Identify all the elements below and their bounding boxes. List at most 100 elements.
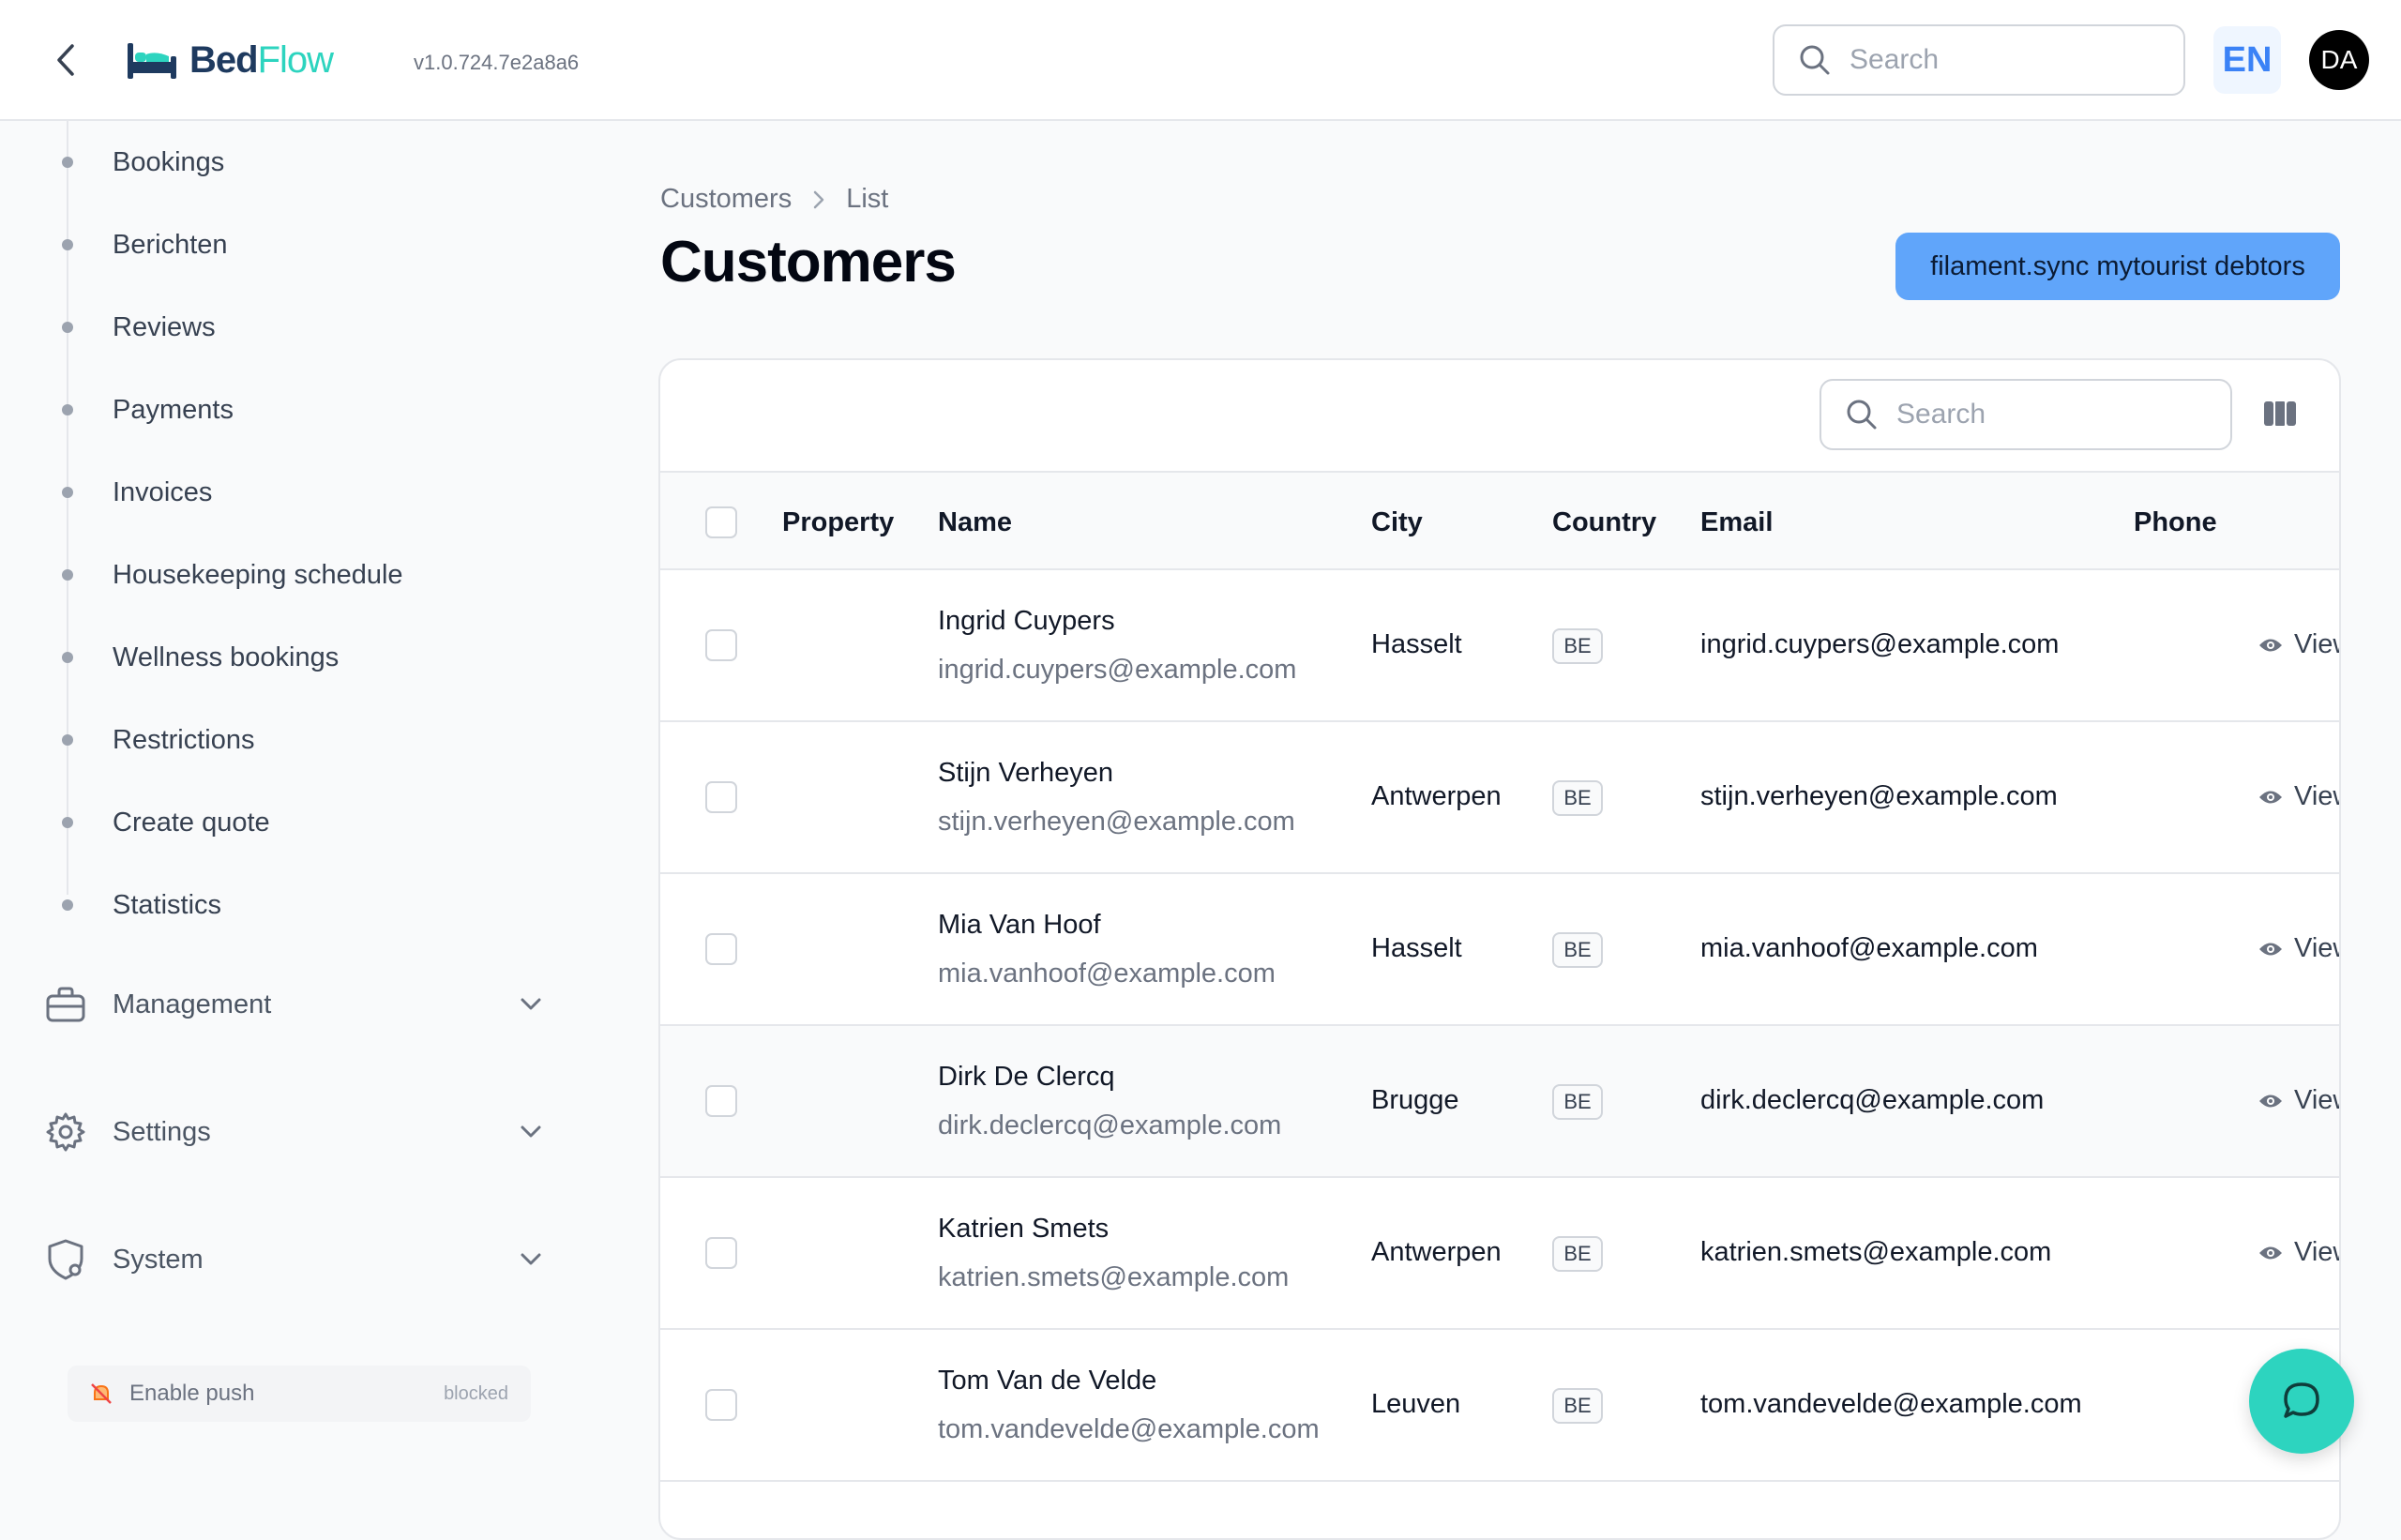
country-badge: BE [1552,628,1603,664]
view-action[interactable]: View [2258,781,2339,812]
logo[interactable]: BedFlow [126,34,334,86]
column-header-email[interactable]: Email [1700,473,1773,572]
nav-dot [62,487,73,498]
column-toggle-button[interactable] [2258,392,2302,435]
customer-city: Hasselt [1371,629,1462,659]
customer-email: tom.vandevelde@example.com [1700,1389,2082,1419]
push-status: blocked [444,1382,508,1404]
view-label: View [2294,1237,2339,1267]
gear-icon [46,1112,85,1152]
chat-button[interactable] [2249,1349,2354,1454]
sidebar: Bookings Berichten Reviews Payments Invo… [0,121,581,1501]
chat-bubble-icon [2284,1382,2319,1418]
customer-name: Dirk De Clercq [938,1062,1115,1092]
sidebar-group-label: System [113,1244,204,1275]
nav-dot [62,734,73,746]
language-switcher[interactable]: EN [2213,26,2281,94]
row-checkbox[interactable] [705,1237,737,1269]
nav-dot [62,157,73,168]
nav-dot [62,899,73,911]
sidebar-item-label: Bookings [113,146,225,177]
logo-part-bed: Bed [189,38,259,81]
nav-dot [62,652,73,663]
customer-email: mia.vanhoof@example.com [1700,933,2038,963]
customer-city: Antwerpen [1371,1237,1502,1267]
view-label: View [2294,933,2339,963]
table-search-input[interactable] [1895,398,2176,431]
view-action[interactable]: View [2258,1237,2339,1268]
country-badge: BE [1552,932,1603,968]
view-label: View [2294,629,2339,659]
nav-dot [62,569,73,581]
row-checkbox[interactable] [705,629,737,661]
view-action[interactable]: View [2258,933,2339,964]
table-row[interactable]: Dirk De Clercq dirk.declercq@example.com… [660,1026,2339,1178]
customer-name: Tom Van de Velde [938,1366,1157,1396]
global-search[interactable] [1773,24,2185,96]
view-label: View [2294,781,2339,811]
customer-email: katrien.smets@example.com [1700,1237,2052,1267]
chevron-right-icon [813,190,824,208]
country-badge: BE [1552,780,1603,816]
view-label: View [2294,1085,2339,1115]
bell-off-icon [91,1383,112,1404]
sidebar-item-label: Housekeeping schedule [113,559,403,590]
country-badge: BE [1552,1236,1603,1272]
row-checkbox[interactable] [705,1085,737,1117]
sidebar-group-settings[interactable]: Settings [45,1099,551,1165]
customer-name: Stijn Verheyen [938,758,1114,788]
column-header-name[interactable]: Name [938,473,1012,572]
briefcase-icon [46,987,85,1022]
column-header-country[interactable]: Country [1552,473,1656,572]
sidebar-item-label: Payments [113,394,234,425]
sidebar-item-label: Invoices [113,476,213,507]
table-row[interactable]: Mia Van Hoof mia.vanhoof@example.com Has… [660,874,2339,1026]
view-action[interactable]: View [2258,629,2339,660]
customer-name-sub: dirk.declercq@example.com [938,1110,1282,1140]
column-header-phone[interactable]: Phone [2134,473,2217,572]
nav-dot [62,817,73,828]
breadcrumb-list: List [846,184,889,214]
row-checkbox[interactable] [705,781,737,813]
breadcrumb: Customers List [660,184,888,215]
version-label: v1.0.724.7e2a8a6 [414,51,580,74]
search-icon [1800,45,1830,75]
enable-push-button[interactable]: Enable push blocked [68,1366,531,1422]
global-search-input[interactable] [1848,43,2129,77]
avatar[interactable]: DA [2309,30,2369,90]
table-search[interactable] [1820,379,2232,450]
sidebar-group-label: Management [113,989,272,1019]
table-row[interactable]: Ingrid Cuypers ingrid.cuypers@example.co… [660,570,2339,722]
eye-icon [2259,639,2282,651]
table-row[interactable]: Tom Van de Velde tom.vandevelde@example.… [660,1330,2339,1482]
eye-icon [2259,1095,2282,1107]
table-header: Property Name City Country Email Phone [660,471,2339,570]
column-header-city[interactable]: City [1371,473,1423,572]
customer-email: ingrid.cuypers@example.com [1700,629,2060,659]
view-action[interactable]: View [2258,1085,2339,1116]
select-all-checkbox[interactable] [705,506,737,538]
logo-text: BedFlow [189,38,334,82]
column-header-property[interactable]: Property [782,473,894,572]
table-row[interactable]: Katrien Smets katrien.smets@example.com … [660,1178,2339,1330]
customer-city: Brugge [1371,1085,1459,1115]
breadcrumb-customers[interactable]: Customers [660,184,792,215]
sidebar-group-system[interactable]: System [45,1227,551,1292]
back-button[interactable] [47,41,84,79]
row-checkbox[interactable] [705,933,737,965]
row-checkbox[interactable] [705,1389,737,1421]
customer-name: Ingrid Cuypers [938,606,1115,636]
nav-dot [62,239,73,250]
chevron-down-icon [521,1253,541,1265]
sync-debtors-button[interactable]: filament.sync mytourist debtors [1895,233,2340,300]
customer-name-sub: mia.vanhoof@example.com [938,959,1276,989]
eye-icon [2259,1246,2282,1259]
sidebar-item-label: Reviews [113,311,216,342]
customers-table-card: Property Name City Country Email Phone I… [658,358,2341,1540]
push-label: Enable push [129,1381,255,1406]
sidebar-group-management[interactable]: Management [45,972,551,1037]
customer-name: Katrien Smets [938,1214,1110,1244]
page-title: Customers [660,230,957,294]
nav-dot [62,404,73,415]
table-row[interactable]: Stijn Verheyen stijn.verheyen@example.co… [660,722,2339,874]
